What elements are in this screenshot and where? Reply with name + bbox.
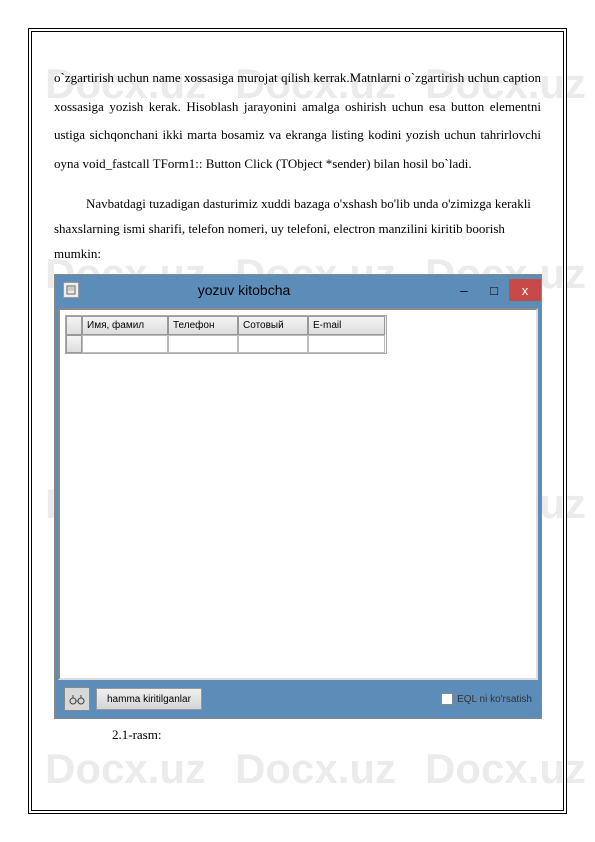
grid-cell[interactable]	[168, 335, 238, 353]
grid-cell[interactable]	[238, 335, 308, 353]
minimize-button[interactable]: –	[449, 279, 479, 301]
titlebar: yozuv kitobcha – □ x	[55, 275, 541, 305]
figure-caption: 2.1-rasm:	[112, 727, 541, 743]
table-row[interactable]	[66, 335, 386, 353]
bottom-toolbar: hamma kiritilganlar EQL ni ko'rsatish	[58, 683, 538, 715]
data-grid[interactable]: Имя, фамил Телефон Сотовый E-mail	[65, 315, 387, 354]
app-window: yozuv kitobcha – □ x Имя, фамил Телефон …	[54, 274, 542, 719]
body-paragraph-2: Navbatdagi tuzadigan dasturimiz xuddi ba…	[54, 192, 541, 266]
grid-cell[interactable]	[82, 335, 168, 353]
body-paragraph-1: o`zgartirish uchun name xossasiga muroja…	[54, 64, 541, 178]
grid-header-name[interactable]: Имя, фамил	[82, 316, 168, 335]
show-all-button[interactable]: hamma kiritilganlar	[96, 688, 202, 710]
binoculars-icon[interactable]	[64, 687, 90, 711]
eql-checkbox-container[interactable]: EQL ni ko'rsatish	[441, 693, 532, 705]
window-controls: – □ x	[449, 279, 541, 301]
close-button[interactable]: x	[509, 279, 541, 301]
page-content: o`zgartirish uchun name xossasiga muroja…	[31, 31, 564, 811]
checkbox-icon[interactable]	[441, 693, 453, 705]
row-indicator	[66, 335, 82, 353]
grid-corner	[66, 316, 82, 335]
grid-cell[interactable]	[308, 335, 385, 353]
checkbox-label: EQL ni ko'rsatish	[457, 694, 532, 705]
grid-header-row: Имя, фамил Телефон Сотовый E-mail	[66, 316, 386, 335]
grid-header-phone[interactable]: Телефон	[168, 316, 238, 335]
grid-header-mobile[interactable]: Сотовый	[238, 316, 308, 335]
window-body: Имя, фамил Телефон Сотовый E-mail	[58, 308, 538, 680]
maximize-button[interactable]: □	[479, 279, 509, 301]
window-title: yozuv kitobcha	[39, 282, 449, 298]
grid-header-email[interactable]: E-mail	[308, 316, 385, 335]
